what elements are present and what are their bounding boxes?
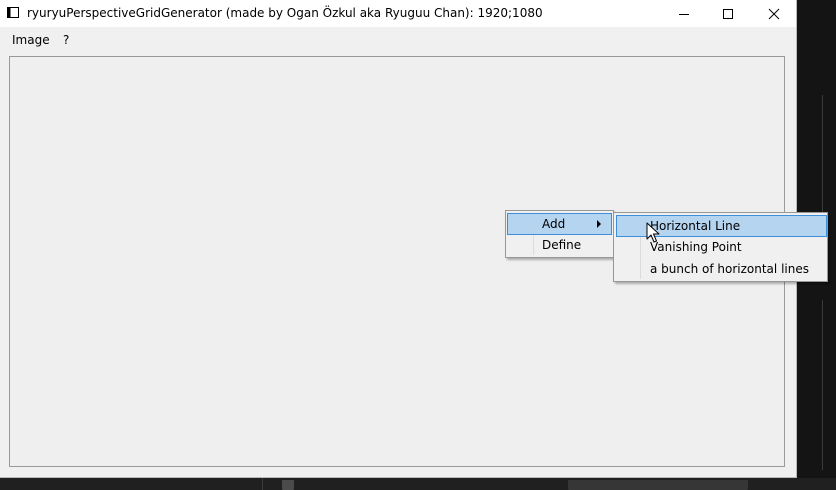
background-fragment (282, 480, 294, 490)
background-fragment (568, 480, 748, 490)
context-menu: Add Define (505, 210, 614, 258)
menu-image[interactable]: Image (12, 33, 50, 47)
context-item-define[interactable]: Define (507, 235, 612, 257)
context-item-define-label: Define (542, 238, 582, 252)
submenu-arrow-icon (597, 220, 601, 228)
minimize-icon (679, 13, 689, 15)
close-icon (768, 8, 780, 19)
submenu-item-label: a bunch of horizontal lines (650, 262, 809, 276)
maximize-icon (723, 8, 733, 19)
title-bar[interactable]: ryuryuPerspectiveGridGenerator (made by … (0, 0, 796, 27)
context-item-add-label: Add (542, 217, 566, 231)
minimize-button[interactable] (661, 0, 707, 27)
background-taskbar-strip (0, 478, 836, 490)
maximize-button[interactable] (705, 0, 751, 27)
background-divider (822, 95, 823, 215)
menu-bar: Image ? (0, 28, 796, 52)
menu-help[interactable]: ? (63, 33, 69, 47)
submenu-item-label: Vanishing Point (650, 240, 742, 254)
close-button[interactable] (751, 0, 797, 27)
app-icon (7, 7, 19, 18)
window-title: ryuryuPerspectiveGridGenerator (made by … (27, 6, 543, 20)
submenu-item-label: Horizontal Line (650, 219, 741, 233)
background-divider (822, 300, 823, 470)
submenu-item-bunch-of-horizontal-lines[interactable]: a bunch of horizontal lines (616, 259, 827, 281)
background-divider (262, 478, 263, 490)
context-item-add[interactable]: Add (507, 213, 612, 235)
mouse-cursor-icon (646, 222, 660, 243)
